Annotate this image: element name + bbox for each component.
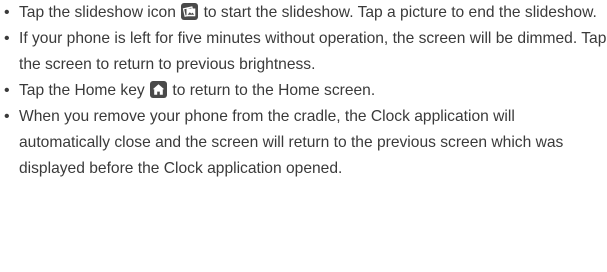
list-item: • Tap the Home key to return to the Home… [0,78,607,104]
bullet-list: • Tap the slideshow icon to start the sl… [0,0,607,182]
bullet-marker: • [4,4,10,21]
list-item: • If your phone is left for five minutes… [0,26,607,78]
list-item: • Tap the slideshow icon to start the sl… [0,0,607,26]
list-item-text-start: Tap the slideshow icon [19,4,181,21]
instruction-document: • Tap the slideshow icon to start the sl… [0,0,607,182]
list-item-text: When you remove your phone from the crad… [19,108,564,177]
list-item-text-end: to start the slideshow. Tap a picture to… [203,4,597,21]
home-icon [150,81,168,98]
list-item-text-end: to return to the Home screen. [172,82,376,99]
bullet-marker: • [4,82,10,99]
list-item-text-start: Tap the Home key [19,82,150,99]
bullet-marker: • [4,30,10,47]
list-item-text: If your phone is left for five minutes w… [19,30,607,73]
slideshow-icon [181,3,199,20]
list-item: • When you remove your phone from the cr… [0,104,607,182]
bullet-marker: • [4,108,10,125]
